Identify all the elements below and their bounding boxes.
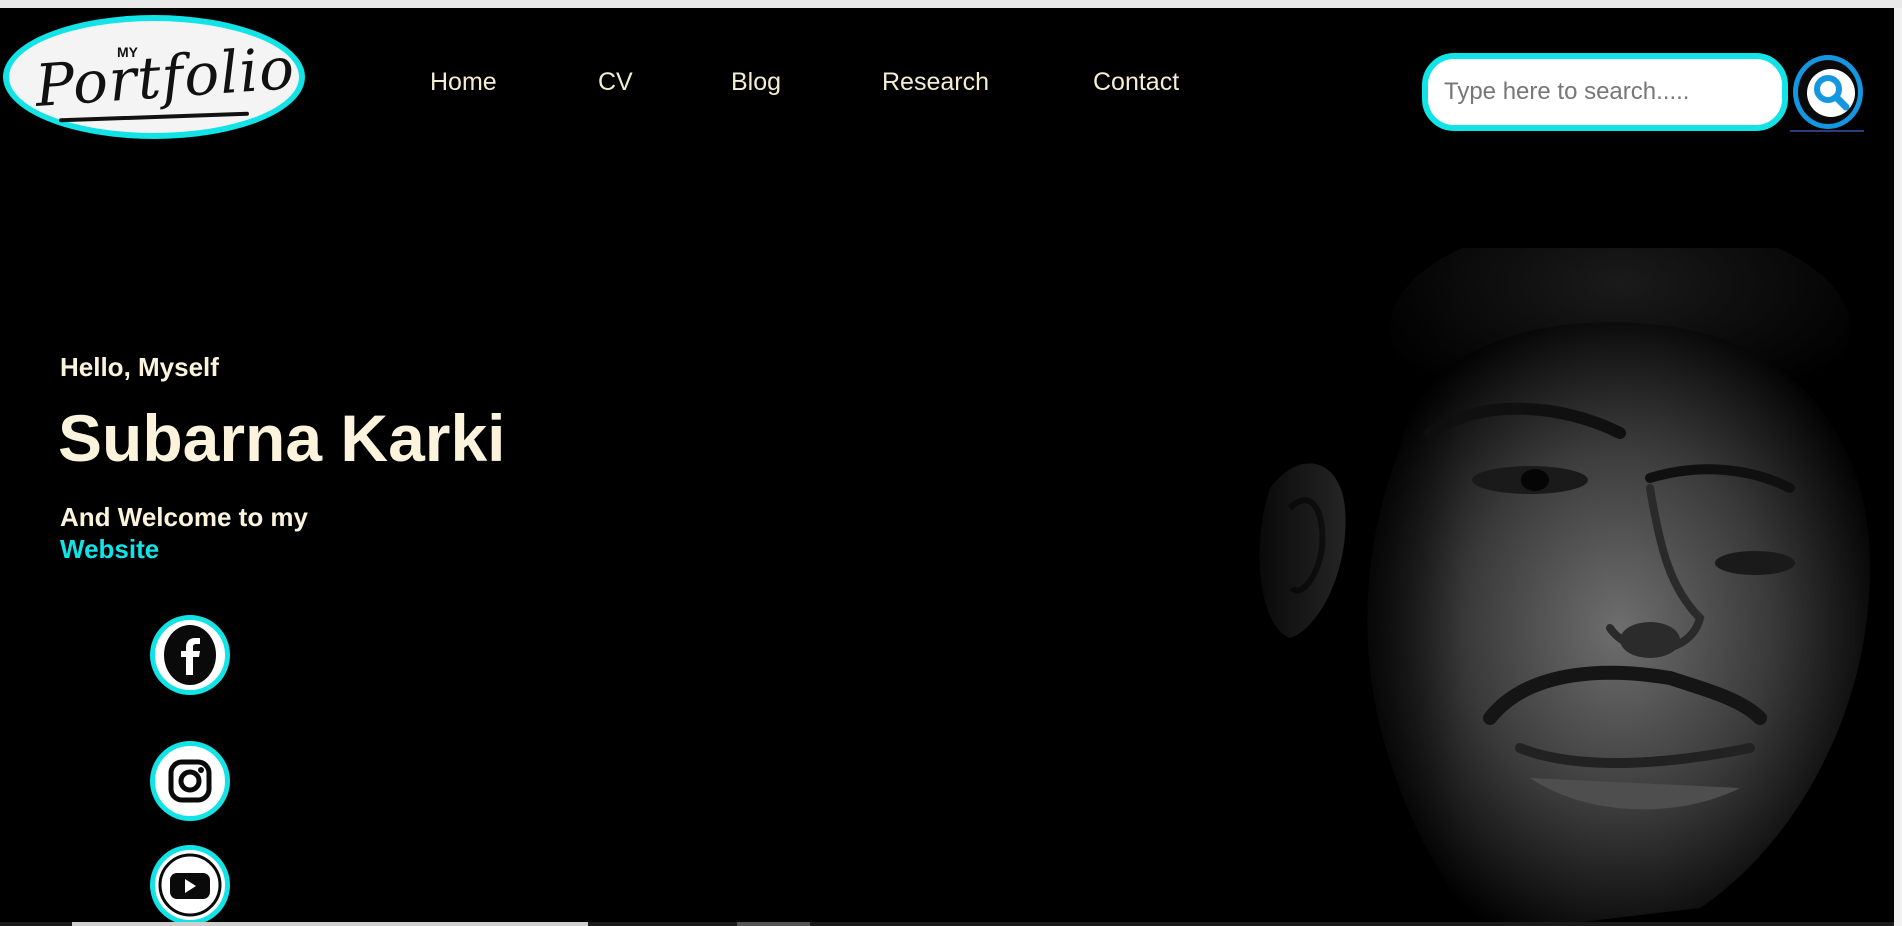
portrait-photo (1230, 248, 1894, 922)
horizontal-scrollbar[interactable] (0, 922, 1894, 926)
facebook-icon (164, 625, 216, 685)
youtube-link[interactable] (150, 845, 230, 922)
nav-home-link[interactable]: Home (430, 68, 497, 97)
search-input[interactable] (1422, 53, 1788, 131)
portfolio-logo[interactable]: MY Portfolio (3, 15, 305, 139)
facebook-link[interactable] (150, 615, 230, 695)
youtube-icon (158, 853, 222, 917)
logo-script-text: Portfolio (32, 34, 298, 120)
nav-contact-link[interactable]: Contact (1093, 68, 1179, 97)
window-top-strip (0, 0, 1902, 8)
hero-greeting: Hello, Myself (60, 352, 219, 382)
hero-website: Website (60, 534, 160, 564)
search-button-underline (1790, 130, 1864, 132)
window-right-edge (1894, 8, 1902, 926)
hero-welcome: And Welcome to my (60, 502, 309, 532)
instagram-icon (168, 759, 212, 803)
instagram-link[interactable] (150, 741, 230, 821)
scrollbar-thumb[interactable] (72, 922, 588, 926)
scrollbar-marker (737, 922, 810, 926)
search-button[interactable] (1793, 55, 1863, 129)
nav-research-link[interactable]: Research (882, 68, 989, 97)
nav-cv-link[interactable]: CV (598, 68, 633, 97)
nav-blog-link[interactable]: Blog (731, 68, 781, 97)
browser-page: MY Portfolio Home CV Blog Research Conta… (0, 0, 1902, 926)
search-icon (1807, 69, 1855, 117)
hero-name: Subarna Karki (58, 401, 506, 475)
portfolio-viewport: MY Portfolio Home CV Blog Research Conta… (0, 8, 1894, 922)
